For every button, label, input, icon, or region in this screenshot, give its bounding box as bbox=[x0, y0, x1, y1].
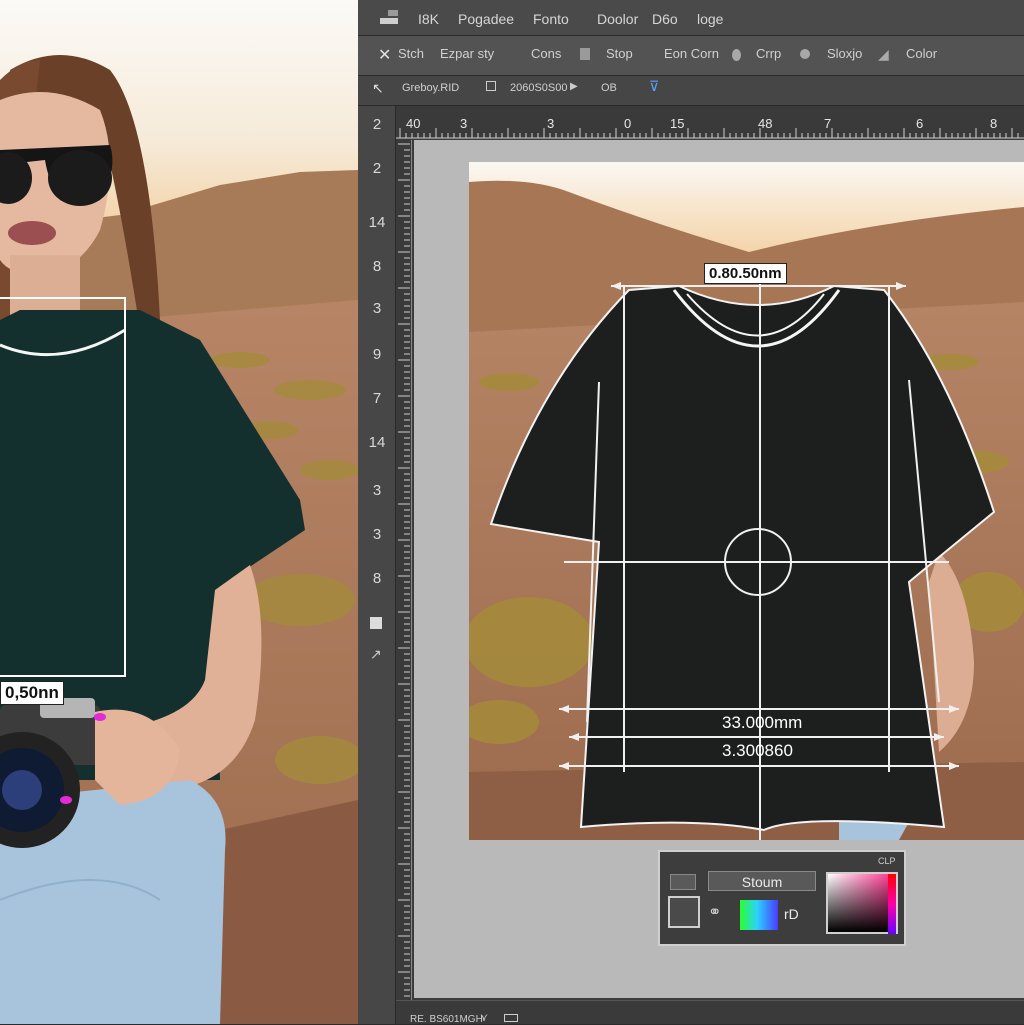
tool-2[interactable]: 2 bbox=[358, 160, 396, 177]
option-square-icon[interactable] bbox=[580, 48, 590, 60]
option-2[interactable]: Ezpar sty bbox=[440, 46, 494, 61]
status-bar bbox=[396, 1000, 1024, 1024]
tool-8[interactable]: 14 bbox=[358, 434, 396, 451]
menu-item-5[interactable]: D6o bbox=[652, 11, 678, 27]
status-dropdown-icon[interactable]: ⋎ bbox=[480, 1011, 488, 1024]
toolbar bbox=[358, 106, 396, 1024]
tool-9[interactable]: 3 bbox=[358, 482, 396, 499]
close-icon[interactable]: ✕ bbox=[378, 45, 391, 65]
option-dot-icon-1[interactable] bbox=[732, 49, 741, 61]
move-tool-icon[interactable]: ↖ bbox=[372, 80, 384, 97]
option-4[interactable]: Stop bbox=[606, 46, 633, 61]
app-icon[interactable] bbox=[380, 10, 398, 24]
option-8[interactable]: Color bbox=[906, 46, 937, 61]
option-1[interactable]: Stch bbox=[398, 46, 424, 61]
ruler-ticks bbox=[396, 128, 1024, 139]
color-panel-mode[interactable]: rD bbox=[784, 906, 799, 922]
color-panel-small-swatch[interactable] bbox=[670, 874, 696, 890]
top-measure-label: 0.80.50nm bbox=[704, 263, 787, 284]
doc-box-icon[interactable] bbox=[486, 81, 496, 91]
color-panel-hue-swatch[interactable] bbox=[740, 900, 778, 930]
editor-window: I8K Pogadee Fonto Doolor D6o loge ✕ Stch… bbox=[358, 0, 1024, 1025]
tool-1[interactable]: 2 bbox=[358, 116, 396, 133]
model-photo: 0,50nn bbox=[0, 0, 358, 1024]
color-panel-header: CLP bbox=[878, 856, 896, 866]
menu-item-1[interactable]: I8K bbox=[418, 11, 439, 27]
option-dot-icon-2[interactable] bbox=[800, 49, 810, 59]
zoom-value[interactable]: 2060S0S00 bbox=[510, 82, 568, 94]
menu-item-6[interactable]: loge bbox=[697, 11, 723, 27]
status-text: RE. BS601MGH bbox=[410, 1014, 483, 1025]
option-7[interactable]: Sloxjo bbox=[827, 46, 862, 61]
tool-10[interactable]: 3 bbox=[358, 526, 396, 543]
option-3[interactable]: Cons bbox=[531, 46, 561, 61]
tool-6[interactable]: 9 bbox=[358, 346, 396, 363]
menu-item-2[interactable]: Pogadee bbox=[458, 11, 514, 27]
tool-7[interactable]: 7 bbox=[358, 390, 396, 407]
photo-measure-label: 0,50nn bbox=[0, 681, 64, 705]
color-panel-foreground-swatch[interactable] bbox=[668, 896, 700, 928]
color-panel-link-icon[interactable]: ⚭ bbox=[708, 902, 721, 922]
option-5[interactable]: Eon Corn bbox=[664, 46, 719, 61]
color-panel-strip[interactable] bbox=[888, 874, 896, 934]
tool-5[interactable]: 3 bbox=[358, 300, 396, 317]
zoom-arrow-icon[interactable]: ▶ bbox=[570, 81, 578, 92]
tool-4[interactable]: 8 bbox=[358, 258, 396, 275]
filter-icon[interactable]: ⊽ bbox=[649, 78, 659, 95]
vertical-ruler-ticks bbox=[398, 143, 410, 997]
menu-item-3[interactable]: Fonto bbox=[533, 11, 569, 27]
mode-label[interactable]: OB bbox=[601, 82, 617, 94]
doc-name-tab[interactable]: Greboy.RID bbox=[402, 82, 459, 94]
menu-bar: I8K Pogadee Fonto Doolor D6o loge bbox=[358, 0, 1024, 36]
menu-item-4[interactable]: Doolor bbox=[597, 11, 638, 27]
tool-eraser-icon[interactable] bbox=[370, 617, 382, 629]
status-grid-icon[interactable] bbox=[504, 1014, 518, 1022]
bottom-measure-label-1: 33.000mm bbox=[722, 713, 803, 732]
tool-3[interactable]: 14 bbox=[358, 214, 396, 231]
tool-11[interactable]: 8 bbox=[358, 570, 396, 587]
option-brush-icon[interactable]: ◢ bbox=[878, 46, 889, 63]
color-panel-field[interactable]: Stoum bbox=[708, 871, 816, 891]
bottom-measure-label-2: 3.300860 bbox=[722, 741, 793, 760]
photo-selection-box[interactable] bbox=[0, 297, 126, 677]
tool-move-icon[interactable]: ↗ bbox=[370, 646, 382, 663]
option-6[interactable]: Crrp bbox=[756, 46, 781, 61]
